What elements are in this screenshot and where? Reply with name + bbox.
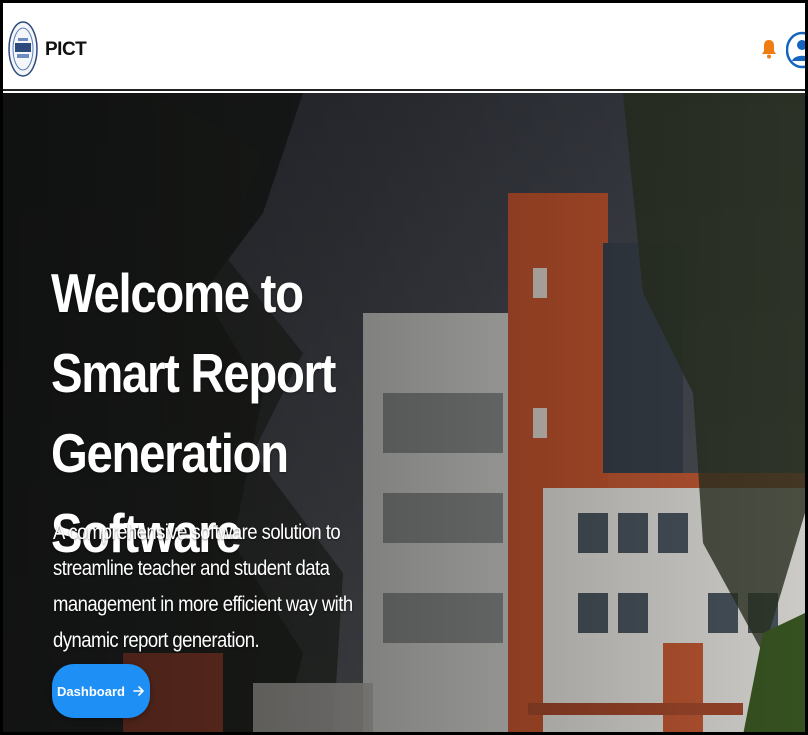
bell-icon[interactable]	[760, 38, 778, 60]
app-frame: PICT Welcome to Smart Report Generation …	[0, 0, 808, 735]
pict-logo-icon[interactable]	[8, 20, 38, 78]
arrow-right-icon	[133, 686, 144, 696]
user-avatar-icon[interactable]	[786, 31, 805, 69]
dashboard-button[interactable]: Dashboard	[52, 664, 150, 718]
hero-banner: Welcome to Smart Report Generation Softw…	[3, 93, 805, 732]
top-navbar: PICT	[3, 3, 805, 91]
dashboard-button-label: Dashboard	[57, 683, 125, 699]
hero-subtitle: A comprehensive software solution to str…	[53, 521, 353, 652]
brand-name[interactable]: PICT	[45, 39, 87, 61]
